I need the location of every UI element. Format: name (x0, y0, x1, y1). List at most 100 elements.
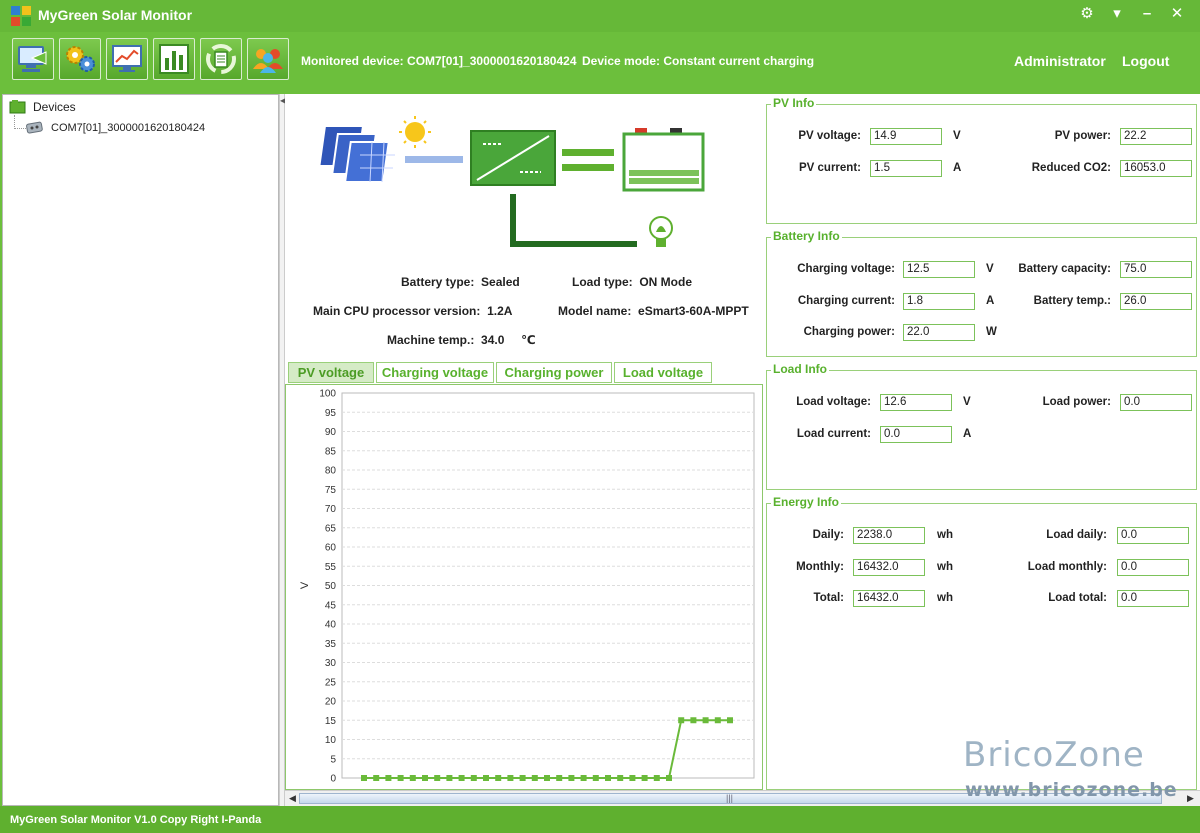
monthly-unit: wh (937, 561, 953, 573)
reduced-co2-field[interactable]: 16053.0 (1120, 160, 1192, 177)
battery-capacity-label: Battery capacity: (1018, 263, 1111, 275)
load-power-label: Load power: (1042, 396, 1111, 408)
battery-type-label: Battery type: (401, 275, 475, 289)
pv-voltage-field[interactable]: 14.9 (870, 128, 942, 145)
chart-tabs: PV voltage Charging voltage Charging pow… (285, 362, 763, 384)
y-tick-label: 85 (325, 446, 337, 457)
load-info-title: Load Info (771, 362, 829, 376)
load-power-field[interactable]: 0.0 (1120, 394, 1192, 411)
charging-current-label: Charging current: (797, 295, 895, 307)
daily-field[interactable]: 2238.0 (853, 527, 925, 544)
battery-temp-label: Battery temp.: (1033, 295, 1111, 307)
minimize-button[interactable]: – (1138, 5, 1156, 23)
device-mode-label: Device mode: (582, 54, 661, 68)
y-tick-label: 20 (325, 697, 337, 708)
tab-charging-voltage[interactable]: Charging voltage (376, 362, 494, 383)
pv-power-field[interactable]: 22.2 (1120, 128, 1192, 145)
data-point (568, 775, 575, 781)
monitor-tool-button[interactable] (12, 38, 54, 80)
y-tick-label: 50 (325, 581, 337, 592)
charging-current-field[interactable]: 1.8 (903, 293, 975, 310)
y-tick-label: 80 (325, 466, 337, 477)
tab-charging-power[interactable]: Charging power (496, 362, 612, 383)
load-monthly-field[interactable]: 0.0 (1117, 559, 1189, 576)
controller-device-icon (26, 121, 43, 134)
battery-info-group: Battery Info Charging voltage: 12.5 V Ch… (766, 229, 1197, 357)
tab-load-voltage[interactable]: Load voltage (614, 362, 712, 383)
load-daily-field[interactable]: 0.0 (1117, 527, 1189, 544)
close-icon[interactable]: ✕ (1168, 5, 1186, 23)
battery-icon (622, 128, 705, 192)
data-point (580, 775, 587, 781)
charging-power-field[interactable]: 22.0 (903, 324, 975, 341)
scroll-left-icon[interactable]: ◀ (289, 793, 296, 804)
machine-temp: Machine temp.: 34.0 ℃ (387, 333, 536, 347)
charging-power-unit: W (986, 326, 997, 338)
settings-gear-icon[interactable]: ⚙ (1078, 5, 1096, 23)
tree-item-device[interactable]: COM7[01]_3000001620180424 (25, 121, 205, 135)
y-tick-label: 55 (325, 562, 337, 573)
scroll-right-icon[interactable]: ▶ (1187, 793, 1194, 804)
y-tick-label: 15 (325, 716, 337, 727)
data-point (422, 775, 428, 781)
battery-temp-field[interactable]: 26.0 (1120, 293, 1192, 310)
y-tick-label: 65 (325, 523, 337, 534)
data-point (556, 775, 563, 781)
controller-icon (470, 130, 556, 186)
chart-area: 0 5 10 15 20 25 30 35 40 45 50 55 60 65 70 75 80 85 90 95 10… (285, 384, 763, 790)
data-point (446, 775, 453, 781)
data-point (727, 717, 733, 724)
y-tick-label: 100 (319, 389, 336, 400)
tab-pv-voltage[interactable]: PV voltage (288, 362, 374, 383)
y-tick-label: 10 (325, 735, 337, 746)
y-tick-label: 75 (325, 485, 337, 496)
data-point (592, 775, 599, 781)
load-current-label: Load current: (796, 428, 871, 440)
pv-voltage-label: PV voltage: (798, 130, 861, 142)
charging-current-unit: A (986, 295, 995, 307)
history-tool-button[interactable] (106, 38, 148, 80)
charging-voltage-field[interactable]: 12.5 (903, 261, 975, 278)
data-point (361, 775, 367, 781)
users-tool-button[interactable] (247, 38, 289, 80)
solar-panel-icon (318, 125, 395, 183)
model-name: Model name: eSmart3-60A-MPPT (558, 304, 749, 318)
pv-info-title: PV Info (771, 96, 817, 110)
recycle-tool-button[interactable] (200, 38, 242, 80)
watermark-brand: BricoZone (963, 735, 1145, 775)
load-voltage-field[interactable]: 12.6 (880, 394, 952, 411)
monthly-field[interactable]: 16432.0 (853, 559, 925, 576)
data-point (458, 775, 465, 781)
settings-tool-button[interactable] (59, 38, 101, 80)
battery-capacity-field[interactable]: 75.0 (1120, 261, 1192, 278)
tree-item-device-label: COM7[01]_3000001620180424 (51, 122, 206, 134)
pv-current-field[interactable]: 1.5 (870, 160, 942, 177)
charging-power-label: Charging power: (803, 326, 895, 338)
history-icon (112, 45, 142, 72)
battery-link-lower (562, 164, 614, 171)
daily-label: Daily: (812, 529, 844, 541)
data-point (483, 775, 489, 781)
status-text: MyGreen Solar Monitor V1.0 Copy Right I-… (10, 814, 262, 826)
tree-root-devices[interactable]: Devices (9, 99, 76, 115)
monitored-device-value: COM7[01]_3000001620180424 (407, 54, 577, 68)
cpu-version: Main CPU processor version: 1.2A (313, 304, 512, 318)
total-field[interactable]: 16432.0 (853, 590, 925, 607)
logout-button[interactable]: Logout (1122, 53, 1169, 69)
load-type-label: Load type: (572, 275, 633, 289)
y-tick-label: 40 (325, 620, 337, 631)
load-total-field[interactable]: 0.0 (1117, 590, 1189, 607)
devices-folder-icon (9, 100, 26, 114)
chart-tool-button[interactable] (153, 38, 195, 80)
y-tick-label: 60 (325, 543, 337, 554)
load-total-label: Load total: (1048, 592, 1107, 604)
watermark-url: www.bricozone.be (965, 779, 1178, 801)
toolbar: Monitored device: COM7[01]_3000001620180… (0, 32, 1200, 94)
y-axis-label: V (299, 581, 311, 589)
minimize-icon[interactable]: ▾ (1108, 5, 1126, 23)
load-current-field[interactable]: 0.0 (880, 426, 952, 443)
cpu-version-label: Main CPU processor version: (313, 304, 481, 318)
daily-unit: wh (937, 529, 953, 541)
battery-link (562, 149, 614, 156)
data-point (702, 717, 709, 724)
